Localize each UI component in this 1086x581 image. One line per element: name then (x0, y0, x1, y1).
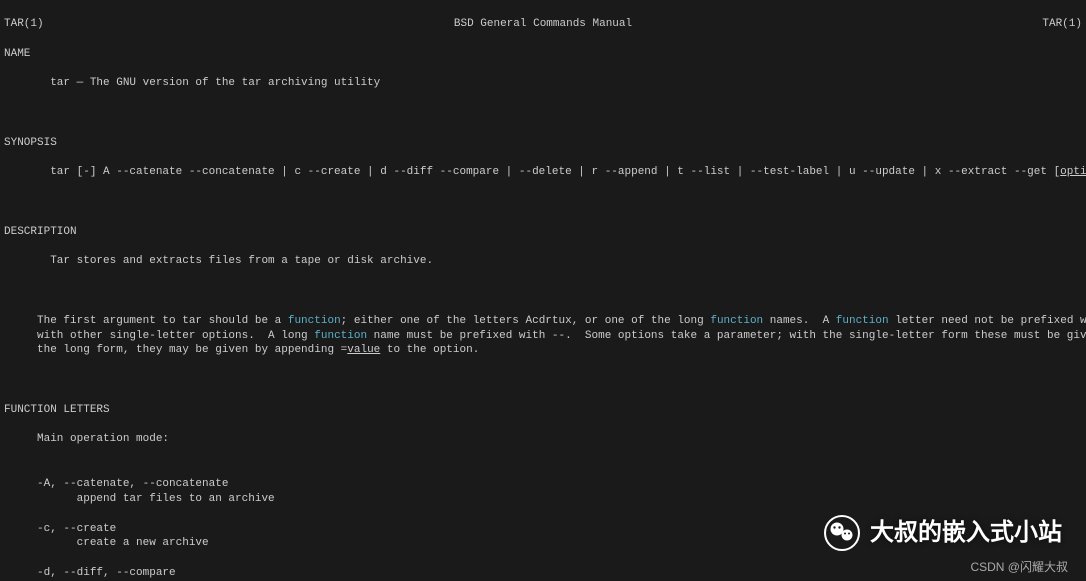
man-page: TAR(1) BSD General Commands ManualTAR(1) … (0, 0, 1086, 581)
blank (4, 373, 1082, 388)
blank (4, 284, 1082, 299)
section-name-line: tar — The GNU version of the tar archivi… (4, 76, 1082, 91)
watermark-text: 大叔的嵌入式小站 (870, 517, 1062, 549)
function-letters-sub: Main operation mode: (4, 432, 1082, 447)
blank (4, 106, 1082, 121)
watermark: 大叔的嵌入式小站 (824, 515, 1062, 551)
function-keyword: function (314, 330, 367, 342)
man-header: TAR(1) BSD General Commands Manual TAR(1) (4, 17, 1082, 32)
synopsis-line: tar [-] A --catenate --concatenate | c -… (4, 165, 1082, 180)
syn-options: options (1060, 166, 1086, 178)
desc-t2: ; either one of the letters Acdrtux, or … (341, 315, 711, 327)
section-description-h: DESCRIPTION (4, 225, 1082, 240)
desc-t1: The first argument to tar should be a (4, 315, 288, 327)
hdr-right: TAR(1) (1042, 17, 1082, 32)
desc-line1: Tar stores and extracts files from a tap… (4, 254, 1082, 269)
wechat-icon (824, 515, 860, 551)
hdr-center: BSD General Commands Manual (454, 17, 632, 32)
footer-credit: CSDN @闪耀大叔 (970, 559, 1068, 575)
hdr-left: TAR(1) (4, 17, 44, 32)
function-keyword: function (710, 315, 763, 327)
value-underline: value (347, 344, 380, 356)
function-keyword: function (836, 315, 889, 327)
desc-t3: names. A (763, 315, 836, 327)
desc-t6: to the option. (380, 344, 479, 356)
section-synopsis-h: SYNOPSIS (4, 136, 1082, 151)
blank (4, 195, 1082, 210)
section-function-letters-h: FUNCTION LETTERS (4, 403, 1082, 418)
section-name-h: NAME (4, 47, 1082, 62)
desc-para: The first argument to tar should be a fu… (4, 314, 1082, 359)
function-keyword: function (288, 315, 341, 327)
syn-pre: tar [-] A --catenate --concatenate | c -… (4, 166, 1060, 178)
